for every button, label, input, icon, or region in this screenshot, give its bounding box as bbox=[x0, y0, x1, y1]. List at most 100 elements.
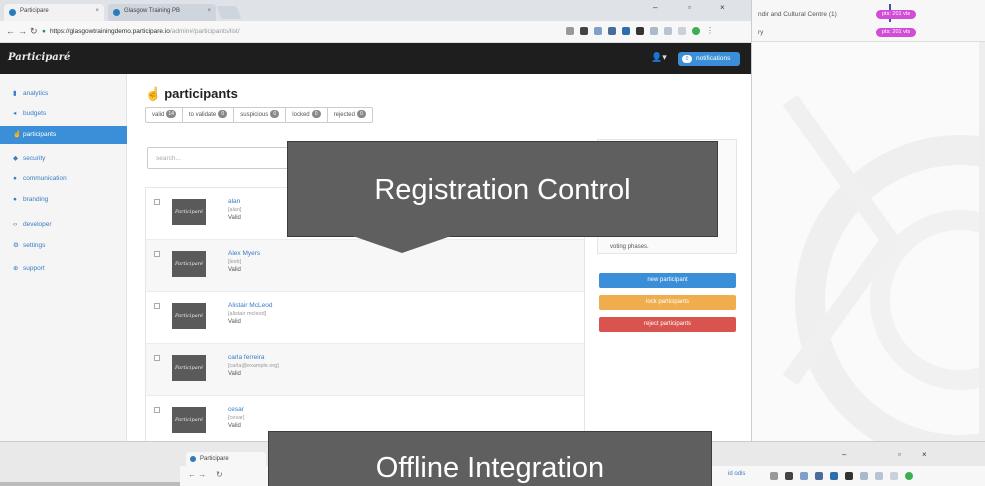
tab-rejected[interactable]: rejected 0 bbox=[328, 108, 372, 122]
tab-label: valid bbox=[152, 112, 165, 118]
taskbar-strip bbox=[0, 482, 180, 486]
select-checkbox[interactable] bbox=[154, 199, 160, 205]
sidebar-item-analytics[interactable]: ▮ analytics bbox=[0, 85, 127, 103]
star-icon[interactable] bbox=[566, 27, 574, 35]
heart-ext-icon[interactable] bbox=[845, 472, 853, 480]
participant-status: Valid bbox=[228, 371, 241, 377]
sidebar-item-communication[interactable]: ● communication bbox=[0, 170, 127, 188]
select-checkbox[interactable] bbox=[154, 407, 160, 413]
page-ext-icon[interactable] bbox=[678, 27, 686, 35]
reject-participants-button[interactable]: reject participants bbox=[599, 317, 736, 332]
reload-icon[interactable]: ↻ bbox=[30, 26, 38, 37]
close-window-icon[interactable]: × bbox=[922, 450, 927, 459]
sidebar-item-budgets[interactable]: ◂ budgets bbox=[0, 105, 127, 123]
close-window-icon[interactable]: × bbox=[720, 3, 725, 12]
sync-ext-icon[interactable] bbox=[905, 472, 913, 480]
maximize-icon[interactable]: ▫ bbox=[688, 3, 691, 12]
tab-to-validate[interactable]: to validate 0 bbox=[183, 108, 235, 122]
participant-username: [alistair mcleod] bbox=[228, 311, 267, 317]
url-field[interactable]: ● https://glasgowtrainingdemo.participare… bbox=[42, 25, 522, 39]
back-icon[interactable]: ← → bbox=[188, 470, 206, 479]
shield-ext-icon[interactable] bbox=[785, 472, 793, 480]
list-item[interactable]: Participaré carla ferreira [carla@exampl… bbox=[146, 344, 584, 396]
list-ext-icon[interactable] bbox=[875, 472, 883, 480]
minimize-icon[interactable]: – bbox=[653, 3, 657, 12]
count-badge: 0 bbox=[311, 110, 321, 119]
participant-name[interactable]: Alistair McLeod bbox=[228, 302, 272, 309]
notifications-button[interactable]: 0 notifications bbox=[678, 52, 740, 66]
code-icon: ‹› bbox=[13, 221, 18, 228]
desktop-background bbox=[752, 0, 985, 486]
sidebar-item-label: security bbox=[23, 155, 46, 162]
participant-username: [cesar] bbox=[228, 415, 245, 421]
sidebar-item-label: settings bbox=[23, 242, 46, 249]
sidebar-item-developer[interactable]: ‹› developer bbox=[0, 216, 127, 234]
user-icon[interactable]: 👤▾ bbox=[651, 52, 667, 63]
tab-valid[interactable]: valid 14 bbox=[146, 108, 183, 122]
callout-pointer bbox=[350, 235, 454, 253]
save-ext-icon[interactable] bbox=[622, 27, 630, 35]
select-checkbox[interactable] bbox=[154, 303, 160, 309]
participant-name[interactable]: carla ferreira bbox=[228, 354, 264, 361]
close-icon[interactable]: × bbox=[207, 8, 211, 14]
browser-tab-active[interactable]: Participare × bbox=[4, 4, 104, 21]
new-participant-button[interactable]: new participant bbox=[599, 273, 736, 288]
budget-icon: ◂ bbox=[13, 110, 17, 117]
sidebar-item-label: support bbox=[23, 265, 45, 272]
app-logo[interactable]: Participaré bbox=[8, 52, 70, 63]
back-icon[interactable]: ← bbox=[6, 26, 15, 36]
list-item[interactable]: Participaré Alistair McLeod [alistair mc… bbox=[146, 292, 584, 344]
star-icon[interactable] bbox=[770, 472, 778, 480]
sidebar-item-branding[interactable]: ● branding bbox=[0, 191, 127, 209]
app-header: Participaré 👤▾ 0 notifications bbox=[0, 43, 751, 74]
grid-ext-icon[interactable] bbox=[594, 27, 602, 35]
grid-ext-icon[interactable] bbox=[800, 472, 808, 480]
sidebar-item-participants[interactable]: ☝ participants bbox=[0, 126, 127, 144]
puzzle-ext-icon[interactable] bbox=[815, 472, 823, 480]
browser-tab[interactable]: Participare bbox=[186, 452, 266, 466]
maximize-icon[interactable]: ▫ bbox=[898, 450, 901, 459]
shield-ext-icon[interactable] bbox=[580, 27, 588, 35]
select-checkbox[interactable] bbox=[154, 355, 160, 361]
tab-suspicious[interactable]: suspicious 0 bbox=[234, 108, 287, 122]
heart-ext-icon[interactable] bbox=[636, 27, 644, 35]
participant-username: [lexb] bbox=[228, 259, 242, 265]
puzzle-ext-icon[interactable] bbox=[608, 27, 616, 35]
tab-locked[interactable]: locked 0 bbox=[286, 108, 328, 122]
menu-icon[interactable]: ⋮ bbox=[706, 27, 714, 35]
minimize-icon[interactable]: – bbox=[842, 450, 846, 459]
count-badge: 0 bbox=[270, 110, 280, 119]
sidebar-item-security[interactable]: ◆ security bbox=[0, 150, 127, 168]
lock-participants-button[interactable]: lock participants bbox=[599, 295, 736, 310]
list-ext-icon[interactable] bbox=[664, 27, 672, 35]
reload-icon[interactable]: ↻ bbox=[216, 470, 223, 479]
participant-name[interactable]: cesar bbox=[228, 406, 244, 413]
participant-name[interactable]: alan bbox=[228, 198, 240, 205]
window-ext-icon[interactable] bbox=[650, 27, 658, 35]
select-checkbox[interactable] bbox=[154, 251, 160, 257]
participant-status: Valid bbox=[228, 267, 241, 273]
background-pattern bbox=[782, 94, 985, 465]
participant-status: Valid bbox=[228, 423, 241, 429]
close-icon[interactable]: × bbox=[95, 8, 99, 14]
forward-icon[interactable]: → bbox=[18, 26, 27, 36]
count-badge: 0 bbox=[218, 110, 228, 119]
lock-icon: ● bbox=[42, 28, 46, 35]
life-ring-icon: ⊕ bbox=[13, 265, 19, 272]
tab-label: suspicious bbox=[240, 112, 269, 118]
participant-name[interactable]: Alex Myers bbox=[228, 250, 260, 257]
sidebar-item-settings[interactable]: ⚙ settings bbox=[0, 237, 127, 255]
new-tab-button[interactable] bbox=[216, 6, 242, 19]
favicon-icon bbox=[113, 9, 120, 16]
window-ext-icon[interactable] bbox=[860, 472, 868, 480]
tab-strip: Participare × Glasgow Training PB × – ▫ … bbox=[0, 0, 751, 21]
info-panel-text: voting phases. bbox=[610, 244, 649, 250]
save-ext-icon[interactable] bbox=[830, 472, 838, 480]
sync-ext-icon[interactable] bbox=[692, 27, 700, 35]
status-filter-tabs: valid 14 to validate 0 suspicious 0 locked 0… bbox=[145, 107, 373, 123]
url-field[interactable]: id odis bbox=[728, 471, 745, 477]
browser-tab[interactable]: Glasgow Training PB × bbox=[108, 4, 216, 21]
page-ext-icon[interactable] bbox=[890, 472, 898, 480]
sidebar-item-support[interactable]: ⊕ support bbox=[0, 260, 127, 278]
tab-label: Participare bbox=[20, 8, 49, 14]
